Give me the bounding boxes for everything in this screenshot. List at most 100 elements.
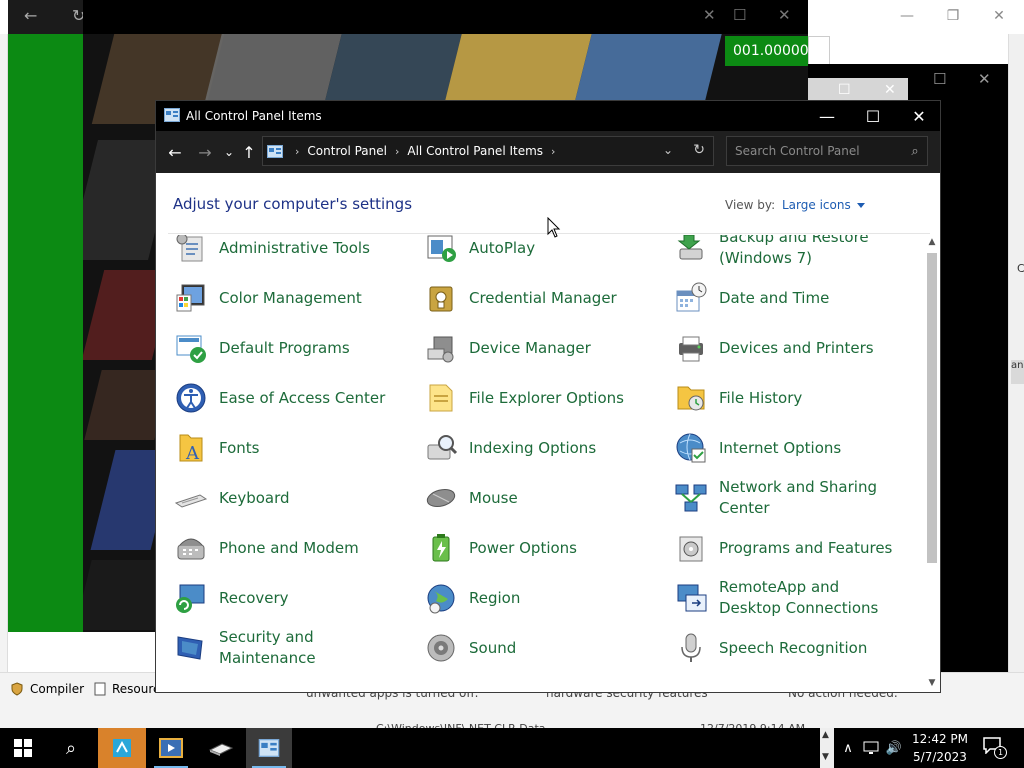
view-by-dropdown[interactable]: Large icons	[782, 198, 865, 212]
search-box[interactable]: ⌕	[726, 136, 928, 166]
close-button[interactable]: ✕	[896, 101, 940, 131]
programs-features-icon	[679, 536, 703, 562]
back-button[interactable]: ←	[165, 142, 185, 162]
grey-maximize-icon[interactable]: ☐	[838, 82, 851, 98]
scroll-widget[interactable]: ▲ ▼	[820, 728, 834, 768]
control-panel-item-region[interactable]: Region	[406, 575, 646, 621]
control-panel-item-backup-and-restore-windows-7[interactable]: Backup and Restore (Windows 7)	[656, 235, 896, 271]
control-panel-item-indexing-options[interactable]: Indexing Options	[406, 425, 646, 471]
taskbar-app-media[interactable]	[148, 728, 194, 768]
clock-date: 5/7/2023	[913, 750, 967, 764]
control-panel-item-network-and-sharing-center[interactable]: Network and Sharing Center	[656, 475, 896, 521]
artwork-tile	[444, 34, 592, 104]
control-panel-item-devices-and-printers[interactable]: Devices and Printers	[656, 325, 896, 371]
control-panel-item-mouse[interactable]: Mouse	[406, 475, 646, 521]
control-panel-item-sound[interactable]: Sound	[406, 625, 646, 671]
devices-printers-icon	[679, 336, 703, 362]
control-panel-item-label: Indexing Options	[469, 438, 597, 457]
tray-show-hidden-icon[interactable]: ∧	[838, 728, 858, 768]
autoplay-icon	[427, 235, 456, 262]
background-minimize-button[interactable]: —	[884, 2, 930, 30]
control-panel-item-label: Power Options	[469, 538, 577, 557]
control-panel-item-internet-options[interactable]: Internet Options	[656, 425, 896, 471]
taskbar-app-terminal[interactable]	[198, 728, 244, 768]
vertical-scrollbar[interactable]: ▲ ▼	[924, 235, 940, 692]
control-panel-item-remoteapp-and-desktop-connections[interactable]: RemoteApp and Desktop Connections	[656, 575, 896, 621]
forward-button[interactable]: →	[195, 142, 215, 162]
control-panel-item-phone-and-modem[interactable]: Phone and Modem	[156, 525, 396, 571]
control-panel-item-date-and-time[interactable]: Date and Time	[656, 275, 896, 321]
black-window-close-icon[interactable]: ✕	[978, 70, 991, 88]
control-panel-item-speech-recognition[interactable]: Speech Recognition	[656, 625, 896, 671]
back-arrow-icon[interactable]: ←	[24, 6, 37, 25]
control-panel-item-keyboard[interactable]: Keyboard	[156, 475, 396, 521]
control-panel-item-programs-and-features[interactable]: Programs and Features	[656, 525, 896, 571]
scroll-up-button[interactable]: ▲	[926, 237, 938, 251]
media-close-icon[interactable]: ✕	[703, 6, 716, 24]
view-by-label: View by:	[725, 198, 776, 212]
recent-locations-button[interactable]: ⌄	[219, 142, 239, 162]
media-window-titlebar: ✕ ☐ ✕	[83, 0, 808, 34]
control-panel-item-label: Phone and Modem	[219, 538, 359, 557]
control-panel-item-label: Devices and Printers	[719, 338, 874, 357]
internet-options-icon	[676, 433, 706, 463]
taskbar-clock[interactable]: 12:42 PM 5/7/2023	[905, 730, 975, 766]
media-maximize-icon[interactable]: ☐	[733, 6, 746, 24]
maximize-button[interactable]: ☐	[850, 101, 896, 131]
control-panel-item-fonts[interactable]: A Fonts	[156, 425, 396, 471]
search-input[interactable]	[727, 144, 903, 158]
breadcrumb-separator[interactable]: ›	[395, 145, 399, 158]
control-panel-item-recovery[interactable]: Recovery	[156, 575, 396, 621]
control-panel-item-ease-of-access-center[interactable]: Ease of Access Center	[156, 375, 396, 421]
volume-icon[interactable]: 🔊	[884, 728, 904, 768]
background-close-button[interactable]: ✕	[976, 2, 1022, 30]
control-panel-item-label: Color Management	[219, 288, 362, 307]
start-button[interactable]	[0, 728, 46, 768]
taskbar-search-button[interactable]: ⌕	[48, 728, 94, 768]
background-maximize-button[interactable]: ❐	[930, 2, 976, 30]
control-panel-item-label: Speech Recognition	[719, 638, 868, 657]
up-button[interactable]: ↑	[239, 142, 259, 162]
scroll-down-button[interactable]: ▼	[926, 678, 938, 692]
control-panel-item-security-and-maintenance[interactable]: Security and Maintenance	[156, 625, 396, 671]
terminal-app-icon	[208, 743, 234, 756]
control-panel-item-credential-manager[interactable]: Credential Manager	[406, 275, 646, 321]
grey-close-icon[interactable]: ✕	[884, 82, 896, 98]
file-history-icon	[677, 386, 705, 411]
control-panel-item-autoplay[interactable]: AutoPlay	[406, 235, 646, 271]
media-close-icon-2[interactable]: ✕	[778, 6, 791, 24]
control-panel-item-power-options[interactable]: Power Options	[406, 525, 646, 571]
control-panel-item-file-explorer-options[interactable]: File Explorer Options	[406, 375, 646, 421]
control-panel-item-color-management[interactable]: Color Management	[156, 275, 396, 321]
search-icon[interactable]: ⌕	[903, 144, 927, 159]
control-panel-item-label: Default Programs	[219, 338, 350, 357]
breadcrumb-separator[interactable]: ›	[295, 145, 299, 158]
breadcrumb-separator[interactable]: ›	[551, 145, 555, 158]
taskbar-app-ide[interactable]	[98, 728, 146, 768]
breadcrumb-all-items[interactable]: All Control Panel Items	[407, 144, 543, 158]
breadcrumb-control-panel[interactable]: Control Panel	[307, 144, 387, 158]
control-panel-item-label: Credential Manager	[469, 288, 617, 307]
remoteapp-icon	[677, 584, 707, 612]
control-panel-item-administrative-tools[interactable]: Administrative Tools	[156, 235, 396, 271]
navigation-bar: ← → ⌄ ↑ › Control Panel › All Control Pa…	[156, 131, 940, 173]
control-panel-item-file-history[interactable]: File History	[656, 375, 896, 421]
network-icon[interactable]	[860, 728, 882, 768]
address-bar[interactable]: › Control Panel › All Control Panel Item…	[262, 136, 714, 166]
fonts-icon: A	[179, 434, 203, 464]
network-sharing-icon	[675, 484, 707, 512]
black-window-maximize-icon[interactable]: ☐	[933, 70, 946, 88]
minimize-button[interactable]: —	[804, 101, 850, 131]
compiler-tab[interactable]: Compiler	[4, 678, 90, 700]
notification-center-icon[interactable]: 1	[982, 736, 1007, 759]
background-tab-fragment: ans	[1011, 360, 1024, 384]
taskbar-app-control-panel[interactable]	[246, 728, 292, 768]
resource-tab[interactable]: Resourc	[88, 678, 166, 700]
refresh-button[interactable]: ↻	[693, 142, 705, 158]
control-panel-item-default-programs[interactable]: Default Programs	[156, 325, 396, 371]
control-panel-item-label: Network and Sharing Center	[719, 478, 877, 517]
notification-badge: 1	[994, 746, 1007, 759]
address-dropdown-button[interactable]: ⌄	[663, 143, 673, 157]
scrollbar-thumb[interactable]	[927, 253, 937, 563]
control-panel-item-device-manager[interactable]: Device Manager	[406, 325, 646, 371]
